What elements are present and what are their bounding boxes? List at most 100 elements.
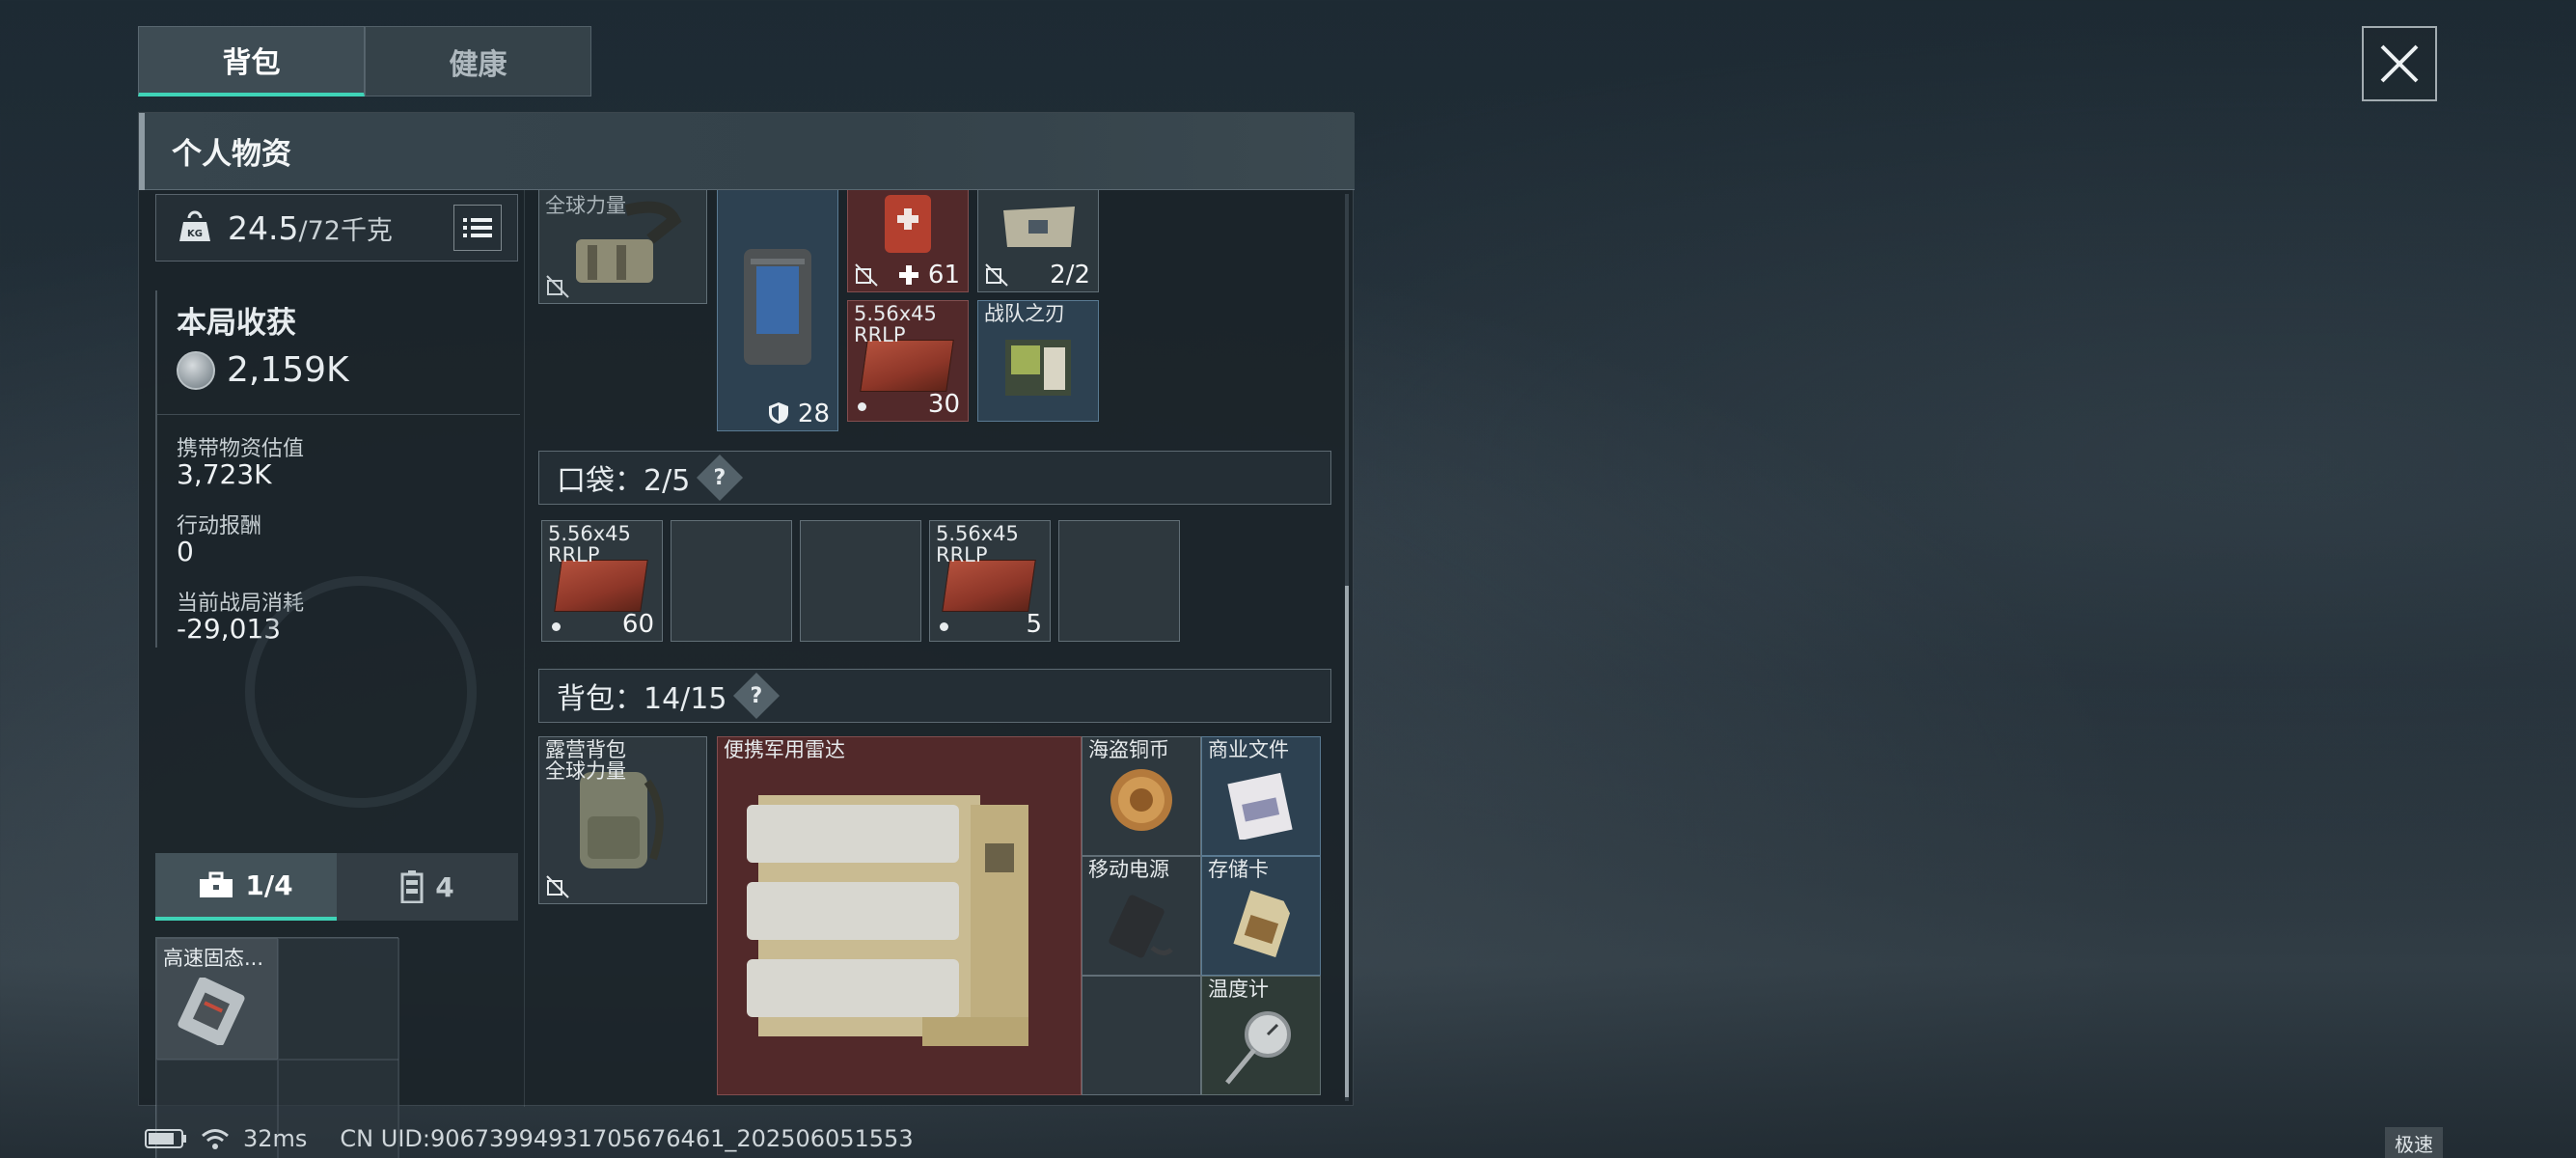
no-insure-icon [855,263,878,287]
item-name: 全球力量 [545,194,626,217]
backpack-item-documents[interactable]: 商业文件 [1201,736,1321,856]
inventory-panel: 个人物资 KG 24.5 /72千克 本局收获 2,159K 携带物资估值 3,… [138,112,1355,1158]
item-name: 温度计 [1208,978,1269,1001]
gear-item-magazine[interactable]: 战队之刃 [977,300,1099,422]
backpack-item-memory-card[interactable]: 存储卡 [1201,856,1321,976]
status-bar: 32ms CN UID:9067399493170567646­1_202506… [145,1125,914,1152]
ssd-icon [178,978,245,1045]
backpack-item-thermometer[interactable]: 温度计 [1201,976,1321,1095]
gear-item-armor[interactable]: 28 [717,190,838,431]
durability-icon [769,402,788,424]
item-name: 移动电源 [1088,858,1169,881]
backpack-help-button[interactable]: ? [733,672,781,720]
rarity-dot [858,402,866,411]
ammo-box-icon [860,340,954,392]
container-tabs: 1/4 4 [155,853,518,921]
case-item-ssd[interactable]: 高速固态... [156,938,278,1060]
pocket-slot-4[interactable]: 5.56x45 RRLP 5 [929,520,1051,642]
speed-badge: 极速 [2385,1127,2443,1158]
item-name: 5.56x45 RRLP [854,302,937,346]
case-item-name: 高速固态... [163,947,264,970]
carried-value: 3,723K [177,458,272,490]
backpack-item-radar[interactable]: 便携军用雷达 [717,736,1082,1095]
item-storage: 全球力量 28 61 2/2 5.56x45 RRLP 30 战队之刃 口袋：2… [525,190,1355,1107]
ammo-box-icon [942,560,1036,612]
item-name: 海盗铜币 [1088,738,1169,761]
ping-value: 32ms [243,1125,308,1152]
pocket-slot-1[interactable]: 5.56x45 RRLP 60 [541,520,663,642]
no-insure-icon [546,275,569,298]
gear-item-medkit[interactable]: 61 [847,190,969,292]
uid-text: CN UID:9067399493170567646­1_20250605155… [340,1125,914,1152]
item-count: 28 [797,400,830,428]
no-insure-icon [985,263,1008,287]
currency-icon [177,350,215,390]
consumables-count: 4 [435,870,454,903]
item-name: 5.56x45 RRLP [548,522,631,566]
tab-backpack[interactable]: 背包 [138,26,365,96]
armor-icon [744,249,811,365]
battery-icon [400,870,424,903]
backpack-item-coin[interactable]: 海盗铜币 [1082,736,1201,856]
item-name: 便携军用雷达 [724,738,845,761]
backpack-label: 背包：14/15 [557,682,727,716]
ammo-box-icon [554,560,648,612]
weight-max: /72千克 [298,215,393,246]
gear-item-ammo[interactable]: 5.56x45 RRLP 30 [847,300,969,422]
weight-icon: KG [179,210,210,241]
thermometer-icon [1225,1011,1291,1085]
help-icon: ? [751,683,763,708]
list-view-button[interactable] [453,205,502,251]
backpack-equipped[interactable]: 露营背包 全球力量 [538,736,707,904]
pocket-slot-3[interactable] [800,520,921,642]
item-name: 存储卡 [1208,858,1269,881]
close-icon [2380,44,2419,83]
battery-level-icon [145,1129,186,1148]
powerbank-icon [1109,895,1173,958]
bag-icon [1003,207,1075,247]
scroll-thumb[interactable] [1345,586,1349,1097]
gear-item-sling[interactable]: 全球力量 [538,190,707,304]
item-name: 战队之刃 [984,302,1065,325]
pocket-slot-2[interactable] [671,520,792,642]
faction-emblem [245,576,477,808]
item-count: 60 [621,610,654,639]
rarity-dot [940,622,948,631]
weight-current: 24.5 [228,208,299,247]
item-name: 5.56x45 RRLP [936,522,1019,566]
case-slot-empty[interactable] [278,938,399,1060]
item-count: 61 [927,261,960,290]
wifi-icon [202,1129,229,1149]
tab-consumables[interactable]: 4 [337,853,518,921]
rarity-dot [552,622,561,631]
help-icon: ? [713,465,726,490]
pocket-header: 口袋：2/5 ? [538,451,1331,505]
radar-icon [747,795,1028,1046]
document-icon [1227,772,1293,840]
panel-title: 个人物资 [139,113,1355,190]
harvest-total: 2,159K [177,350,349,390]
item-name: 商业文件 [1208,738,1289,761]
no-insure-icon [546,875,569,898]
close-button[interactable] [2362,26,2437,101]
tab-secure-case[interactable]: 1/4 [155,853,337,921]
item-name: 露营背包 全球力量 [545,738,626,783]
item-count: 30 [927,390,960,419]
harvest-total-value: 2,159K [227,350,349,390]
pocket-help-button[interactable]: ? [697,454,744,502]
sd-card-icon [1233,890,1291,957]
top-tab-bar: 背包 健康 [138,26,591,96]
reward-value: 0 [177,536,194,567]
harvest-title: 本局收获 [177,306,296,341]
pocket-slot-5[interactable] [1058,520,1180,642]
backpack-item-powerbank[interactable]: 移动电源 [1082,856,1201,976]
backpack-slot-empty[interactable] [1082,976,1201,1095]
heal-icon [899,265,918,285]
tab-health[interactable]: 健康 [365,26,591,96]
gear-item-bag[interactable]: 2/2 [977,190,1099,292]
medkit-icon [885,195,931,253]
item-count: 5 [1026,610,1042,639]
magazine-icon [1005,340,1071,396]
weight-display: KG 24.5 /72千克 [155,194,518,262]
briefcase-icon [200,871,233,897]
